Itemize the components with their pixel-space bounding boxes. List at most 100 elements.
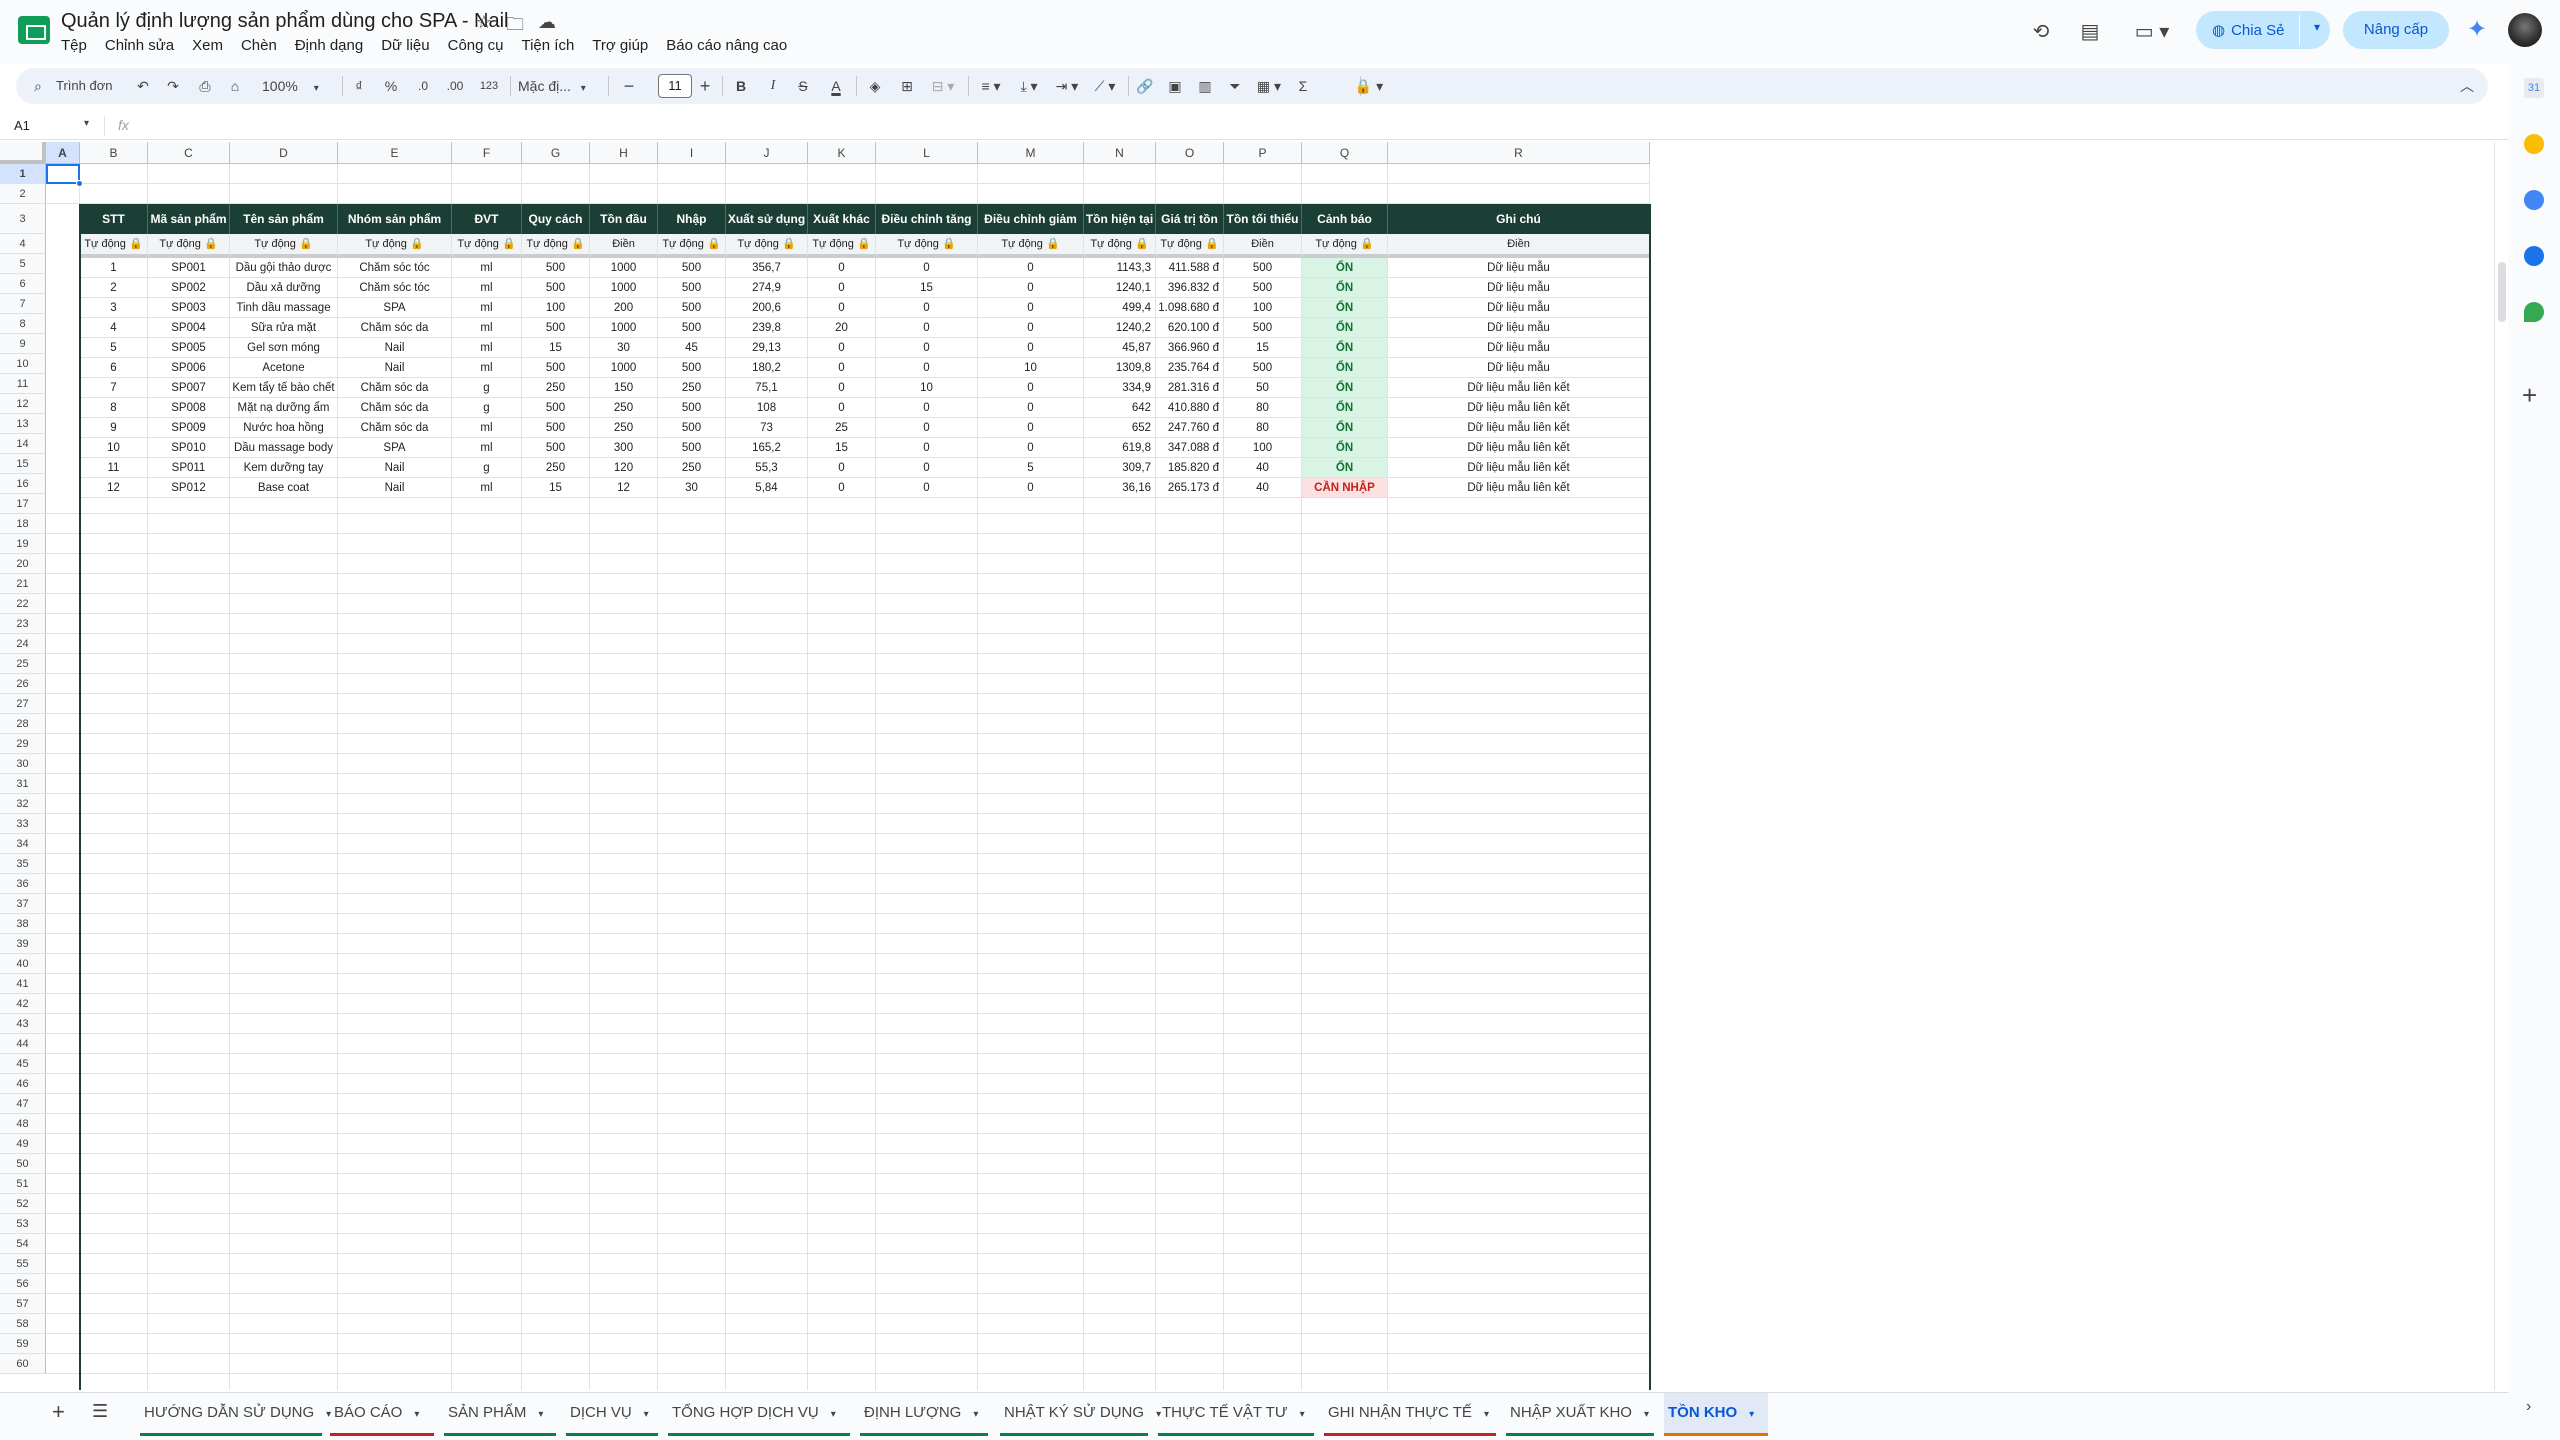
row-header[interactable]: 8 <box>0 314 46 334</box>
merge-cells-icon[interactable]: ⊟ ▾ <box>926 68 960 104</box>
table-cell[interactable]: 396.832 đ <box>1156 278 1224 298</box>
table-cell[interactable]: 0 <box>978 478 1084 498</box>
upgrade-button[interactable]: Nâng cấp <box>2343 11 2449 49</box>
collapse-menu-icon[interactable]: ︿ <box>2456 68 2478 104</box>
column-header[interactable]: D <box>230 142 338 164</box>
table-cell[interactable]: 500 <box>658 358 726 378</box>
table-cell[interactable]: 0 <box>876 418 978 438</box>
table-cell[interactable]: 247.760 đ <box>1156 418 1224 438</box>
table-cell[interactable]: Dữ liệu mẫu <box>1388 358 1650 378</box>
search-menu-label[interactable]: Trình đơn <box>56 68 112 104</box>
fill-handle[interactable] <box>76 180 83 187</box>
table-cell[interactable]: 500 <box>522 358 590 378</box>
warning-cell[interactable]: ỔN <box>1302 438 1388 458</box>
table-cell[interactable]: 1240,1 <box>1084 278 1156 298</box>
menu-data[interactable]: Dữ liệu <box>381 37 429 54</box>
row-header[interactable]: 41 <box>0 974 46 994</box>
sheet-tab[interactable]: NHẬT KÝ SỬ DỤNG ▾ <box>1000 1393 1161 1436</box>
selected-cell-a1[interactable] <box>46 164 80 184</box>
table-cell[interactable]: 36,16 <box>1084 478 1156 498</box>
spreadsheet-grid[interactable]: A B C D E F G H I J K L M N O P Q R 1 2 3 4 5 6 7 8 9 10 11 12 13 14 15 1… <box>0 142 2494 1390</box>
formula-input[interactable] <box>150 114 2490 138</box>
table-cell[interactable]: 620.100 đ <box>1156 318 1224 338</box>
table-cell[interactable]: 10 <box>876 378 978 398</box>
sheet-tab[interactable]: TỒN KHO ▾ <box>1664 1393 1768 1436</box>
sheet-tab-dropdown-icon[interactable]: ▾ <box>1749 1409 1754 1420</box>
table-cell[interactable]: 500 <box>1224 258 1302 278</box>
table-cell[interactable]: Dữ liệu mẫu <box>1388 258 1650 278</box>
table-cell[interactable]: 239,8 <box>726 318 808 338</box>
table-cell[interactable]: 356,7 <box>726 258 808 278</box>
avatar[interactable] <box>2508 13 2542 47</box>
table-cell[interactable]: 499,4 <box>1084 298 1156 318</box>
text-wrap-icon[interactable]: ⇥ ▾ <box>1050 68 1084 104</box>
table-cell[interactable]: Dữ liệu mẫu liên kết <box>1388 378 1650 398</box>
table-cell[interactable]: ml <box>452 478 522 498</box>
row-header[interactable]: 4 <box>0 234 46 254</box>
row-header[interactable]: 38 <box>0 914 46 934</box>
row-header[interactable]: 40 <box>0 954 46 974</box>
row-header[interactable]: 37 <box>0 894 46 914</box>
sheet-tab[interactable]: BÁO CÁO ▾ <box>330 1393 434 1436</box>
row-header[interactable]: 5 <box>0 254 46 274</box>
decrease-decimal-button[interactable]: .0 <box>410 68 436 104</box>
warning-cell[interactable]: ỔN <box>1302 278 1388 298</box>
table-cell[interactable]: 1240,2 <box>1084 318 1156 338</box>
table-cell[interactable]: 0 <box>808 338 876 358</box>
table-cell[interactable]: g <box>452 458 522 478</box>
table-cell[interactable]: 25 <box>808 418 876 438</box>
menu-view[interactable]: Xem <box>192 37 223 54</box>
sheet-tab-dropdown-icon[interactable]: ▾ <box>1300 1409 1305 1420</box>
warning-cell[interactable]: ỔN <box>1302 298 1388 318</box>
table-cell[interactable]: 4 <box>80 318 148 338</box>
row-header[interactable]: 46 <box>0 1074 46 1094</box>
row-header[interactable]: 6 <box>0 274 46 294</box>
table-cell[interactable]: 200 <box>590 298 658 318</box>
table-cell[interactable]: 1000 <box>590 258 658 278</box>
redo-icon[interactable]: ↷ <box>162 68 184 104</box>
lock-icon[interactable]: 🔒 ▾ <box>1352 68 1386 104</box>
row-header[interactable]: 1 <box>0 164 46 184</box>
warning-cell[interactable]: ỔN <box>1302 378 1388 398</box>
share-button[interactable]: ◍ Chia Sẻ ▾ <box>2196 11 2330 49</box>
table-cell[interactable]: 250 <box>522 378 590 398</box>
sheet-tab-dropdown-icon[interactable]: ▾ <box>538 1409 543 1420</box>
row-header[interactable]: 19 <box>0 534 46 554</box>
table-cell[interactable]: Dữ liệu mẫu liên kết <box>1388 478 1650 498</box>
row-header[interactable]: 42 <box>0 994 46 1014</box>
table-cell[interactable]: 5 <box>80 338 148 358</box>
table-cell[interactable]: Chăm sóc da <box>338 378 452 398</box>
share-dropdown-icon[interactable]: ▾ <box>2314 20 2320 34</box>
paint-format-icon[interactable]: ⌂ <box>224 68 246 104</box>
table-cell[interactable]: 0 <box>876 438 978 458</box>
table-cell[interactable]: Dữ liệu mẫu <box>1388 338 1650 358</box>
table-cell[interactable]: 30 <box>590 338 658 358</box>
table-cell[interactable]: 3 <box>80 298 148 318</box>
table-cell[interactable]: ml <box>452 258 522 278</box>
column-header[interactable]: O <box>1156 142 1224 164</box>
table-cell[interactable]: 1 <box>80 258 148 278</box>
table-cell[interactable]: 1.098.680 đ <box>1156 298 1224 318</box>
warning-cell[interactable]: ỔN <box>1302 258 1388 278</box>
table-cell[interactable]: Chăm sóc da <box>338 318 452 338</box>
table-cell[interactable]: 411.588 đ <box>1156 258 1224 278</box>
row-header[interactable]: 2 <box>0 184 46 204</box>
row-header[interactable]: 54 <box>0 1234 46 1254</box>
table-cell[interactable]: 10 <box>80 438 148 458</box>
meet-icon[interactable]: ▭ ▾ <box>2130 18 2174 46</box>
table-cell[interactable]: 100 <box>1224 298 1302 318</box>
table-cell[interactable]: 0 <box>876 458 978 478</box>
table-cell[interactable]: SP007 <box>148 378 230 398</box>
italic-button[interactable]: I <box>762 68 784 104</box>
table-cell[interactable]: Chăm sóc da <box>338 398 452 418</box>
table-cell[interactable]: SP009 <box>148 418 230 438</box>
add-addon-icon[interactable]: + <box>2522 382 2537 408</box>
tasks-icon[interactable] <box>2524 190 2544 210</box>
table-cell[interactable]: Gel sơn móng <box>230 338 338 358</box>
table-cell[interactable]: 100 <box>522 298 590 318</box>
table-cell[interactable]: Nail <box>338 338 452 358</box>
table-cell[interactable]: 500 <box>658 418 726 438</box>
table-cell[interactable]: 500 <box>658 398 726 418</box>
table-cell[interactable]: 0 <box>978 398 1084 418</box>
search-icon[interactable]: ⌕ <box>34 68 42 104</box>
